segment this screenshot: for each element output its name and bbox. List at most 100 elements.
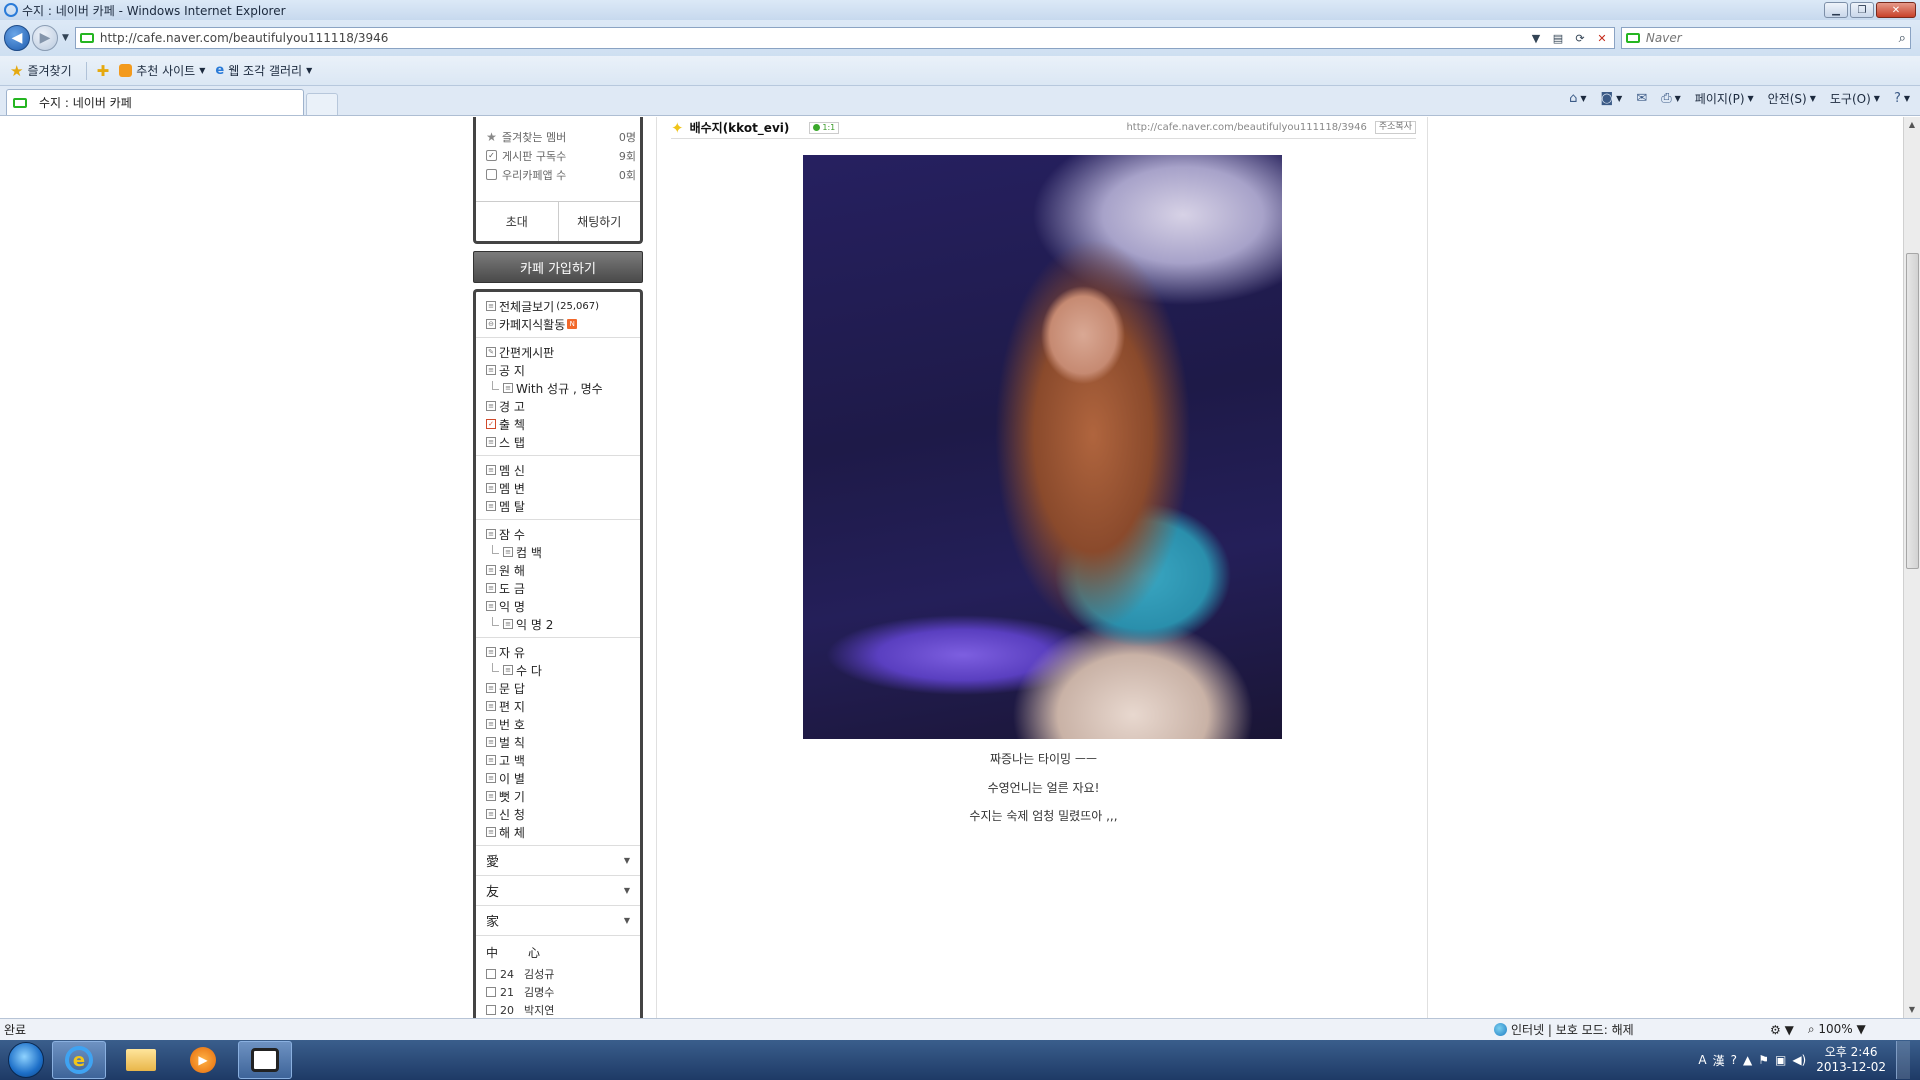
web-slice-gallery-button[interactable]: e 웹 조각 갤러리 ▼ bbox=[215, 62, 312, 79]
page-menu[interactable]: 페이지(P) ▼ bbox=[1695, 90, 1754, 107]
menu-item[interactable]: ≡ 멤 탈 bbox=[476, 497, 640, 515]
language-icon[interactable]: A bbox=[1698, 1053, 1706, 1067]
invite-button[interactable]: 초대 bbox=[476, 202, 558, 241]
scroll-down-icon[interactable]: ▼ bbox=[1904, 1002, 1920, 1018]
menu-item[interactable]: ≡ 이 별 bbox=[476, 769, 640, 787]
menu-item[interactable]: ≡ 도 금 bbox=[476, 579, 640, 597]
menu-item[interactable]: ≡ With 성규 , 명수 bbox=[476, 379, 640, 397]
taskbar-explorer-button[interactable] bbox=[114, 1041, 168, 1079]
menu-item[interactable]: ≡ 멤 변 bbox=[476, 479, 640, 497]
clock[interactable]: 오후 2:46 2013-12-02 bbox=[1816, 1045, 1886, 1075]
popup-blocker-icon[interactable]: ⚙ ▼ bbox=[1770, 1023, 1794, 1037]
chat-badge[interactable]: 1:1 bbox=[809, 121, 840, 134]
post-author[interactable]: 배수지(kkot_evi) bbox=[690, 119, 790, 136]
copy-url-button[interactable]: 주소복사 bbox=[1374, 121, 1416, 134]
add-favorite-button[interactable]: ✚ bbox=[97, 62, 110, 80]
post-url[interactable]: http://cafe.naver.com/beautifulyou111118… bbox=[1126, 122, 1366, 133]
refresh-icon[interactable]: ⟳ bbox=[1572, 30, 1588, 46]
menu-item[interactable]: ≡ 경 고 bbox=[476, 397, 640, 415]
menu-item[interactable]: ✓ 출 첵 bbox=[476, 415, 640, 433]
new-tab-button[interactable] bbox=[306, 93, 338, 115]
chevron-down-icon: ▼ bbox=[623, 856, 630, 865]
menu-item[interactable]: ≡ 익 명 2 bbox=[476, 615, 640, 633]
flag-icon[interactable]: ⚑ bbox=[1758, 1053, 1769, 1067]
forward-button[interactable]: ▶ bbox=[32, 25, 58, 51]
taskbar-media-button[interactable]: ▶ bbox=[176, 1041, 230, 1079]
close-button[interactable]: ✕ bbox=[1876, 2, 1916, 18]
restore-button[interactable]: ❐ bbox=[1850, 2, 1874, 18]
search-icon[interactable]: ⌕ bbox=[1899, 31, 1906, 46]
menu-item[interactable]: ≡ 컴 백 bbox=[476, 543, 640, 561]
tools-menu[interactable]: 도구(O) ▼ bbox=[1830, 90, 1880, 107]
show-desktop-button[interactable] bbox=[1896, 1041, 1910, 1079]
rank-row[interactable]: 24 김성규 bbox=[476, 965, 640, 983]
address-url[interactable]: http://cafe.naver.com/beautifulyou111118… bbox=[100, 31, 1528, 45]
security-zone[interactable]: 인터넷 | 보호 모드: 해제 bbox=[1494, 1021, 1634, 1038]
menu-item-all-posts[interactable]: ≡ 전체글보기 (25,067) bbox=[476, 297, 640, 315]
search-box[interactable]: ⌕ bbox=[1620, 27, 1911, 49]
vertical-scrollbar[interactable]: ▲ ▼ bbox=[1903, 117, 1920, 1018]
volume-icon[interactable]: ◀) bbox=[1792, 1053, 1806, 1067]
rank-row[interactable]: 20 박지연 bbox=[476, 1001, 640, 1018]
safety-menu[interactable]: 안전(S) ▼ bbox=[1768, 90, 1816, 107]
network-icon[interactable]: ▣ bbox=[1775, 1053, 1786, 1067]
menu-item[interactable]: ≡ 신 청 bbox=[476, 805, 640, 823]
menu-item[interactable]: ≡ 문 답 bbox=[476, 679, 640, 697]
print-button[interactable]: ⎙ ▼ bbox=[1661, 91, 1681, 106]
url-dropdown-icon[interactable]: ▼ bbox=[1528, 30, 1544, 46]
help-icon: ? bbox=[1893, 91, 1901, 106]
start-button[interactable] bbox=[8, 1042, 44, 1078]
help-button[interactable]: ? ▼ bbox=[1894, 91, 1910, 106]
menu-item[interactable]: ≡ 벌 칙 bbox=[476, 733, 640, 751]
menu-item-knowledge[interactable]: ⊖ 카페지식활동 N bbox=[476, 315, 640, 333]
menu-item[interactable]: ≡ 고 백 bbox=[476, 751, 640, 769]
join-cafe-button[interactable]: 카페 가입하기 bbox=[473, 251, 643, 283]
taskbar-tv-button[interactable] bbox=[238, 1041, 292, 1079]
menu-item[interactable]: ≡ 잠 수 bbox=[476, 525, 640, 543]
menu-item[interactable]: ≡ 원 해 bbox=[476, 561, 640, 579]
menu-item[interactable]: ≡ 자 유 bbox=[476, 643, 640, 661]
help-icon[interactable]: ? bbox=[1731, 1053, 1737, 1067]
collapsed-group[interactable]: 友 ▼ bbox=[476, 876, 640, 906]
menu-item[interactable]: ≡ 멤 신 bbox=[476, 461, 640, 479]
browser-tab[interactable]: 수지 : 네이버 카페 bbox=[6, 89, 304, 115]
minimize-button[interactable]: ▁ bbox=[1824, 2, 1848, 18]
rank-name: 김성규 bbox=[524, 968, 555, 981]
show-hidden-icon[interactable]: ▲ bbox=[1743, 1053, 1752, 1067]
zoom-button[interactable]: ⌕ 100% ▼ bbox=[1808, 1022, 1866, 1037]
menu-item[interactable]: ≡ 수 다 bbox=[476, 661, 640, 679]
menu-item-label: 멤 탈 bbox=[499, 499, 525, 514]
favorites-bar: ★ 즐겨찾기 ✚ 추천 사이트 ▼ e 웹 조각 갤러리 ▼ bbox=[0, 56, 1920, 86]
globe-icon bbox=[1494, 1023, 1507, 1036]
collapsed-group[interactable]: 愛 ▼ bbox=[476, 846, 640, 876]
back-button[interactable]: ◀ bbox=[4, 25, 30, 51]
menu-item-label: 멤 신 bbox=[499, 463, 525, 478]
search-input[interactable] bbox=[1645, 31, 1899, 45]
compat-view-icon[interactable]: ▤ bbox=[1550, 30, 1566, 46]
chat-icon bbox=[813, 124, 821, 131]
menu-item[interactable]: ≡ 해 체 bbox=[476, 823, 640, 841]
scroll-up-icon[interactable]: ▲ bbox=[1904, 117, 1920, 133]
scrollbar-thumb[interactable] bbox=[1906, 253, 1919, 569]
stop-icon[interactable]: ✕ bbox=[1594, 30, 1610, 46]
chat-button[interactable]: 채팅하기 bbox=[557, 202, 641, 241]
rank-row[interactable]: 21 김명수 bbox=[476, 983, 640, 1001]
collapsed-group[interactable]: 家 ▼ bbox=[476, 906, 640, 936]
menu-item[interactable]: ≡ 익 명 bbox=[476, 597, 640, 615]
menu-item[interactable]: ≡ 편 지 bbox=[476, 697, 640, 715]
menu-item[interactable]: ≡ 공 지 bbox=[476, 361, 640, 379]
history-dropdown-icon[interactable]: ▼ bbox=[62, 33, 69, 43]
hanja-icon[interactable]: 漢 bbox=[1713, 1052, 1725, 1069]
address-bar[interactable]: http://cafe.naver.com/beautifulyou111118… bbox=[74, 27, 1615, 49]
home-button[interactable]: ⌂ ▼ bbox=[1569, 91, 1586, 106]
taskbar-ie-button[interactable]: e bbox=[52, 1041, 106, 1079]
menu-item[interactable]: ≡ 스 탭 bbox=[476, 433, 640, 451]
mail-button[interactable]: ✉ bbox=[1636, 91, 1647, 106]
menu-item[interactable]: ✎ 간편게시판 bbox=[476, 343, 640, 361]
menu-item[interactable]: ≡ 뻣 기 bbox=[476, 787, 640, 805]
feeds-button[interactable]: ◙ ▼ bbox=[1601, 91, 1623, 106]
favorites-button[interactable]: ★ 즐겨찾기 bbox=[10, 62, 72, 80]
menu-item[interactable]: ≡ 번 호 bbox=[476, 715, 640, 733]
clock-time: 오후 2:46 bbox=[1824, 1045, 1878, 1059]
suggested-sites-button[interactable]: 추천 사이트 ▼ bbox=[119, 62, 205, 79]
